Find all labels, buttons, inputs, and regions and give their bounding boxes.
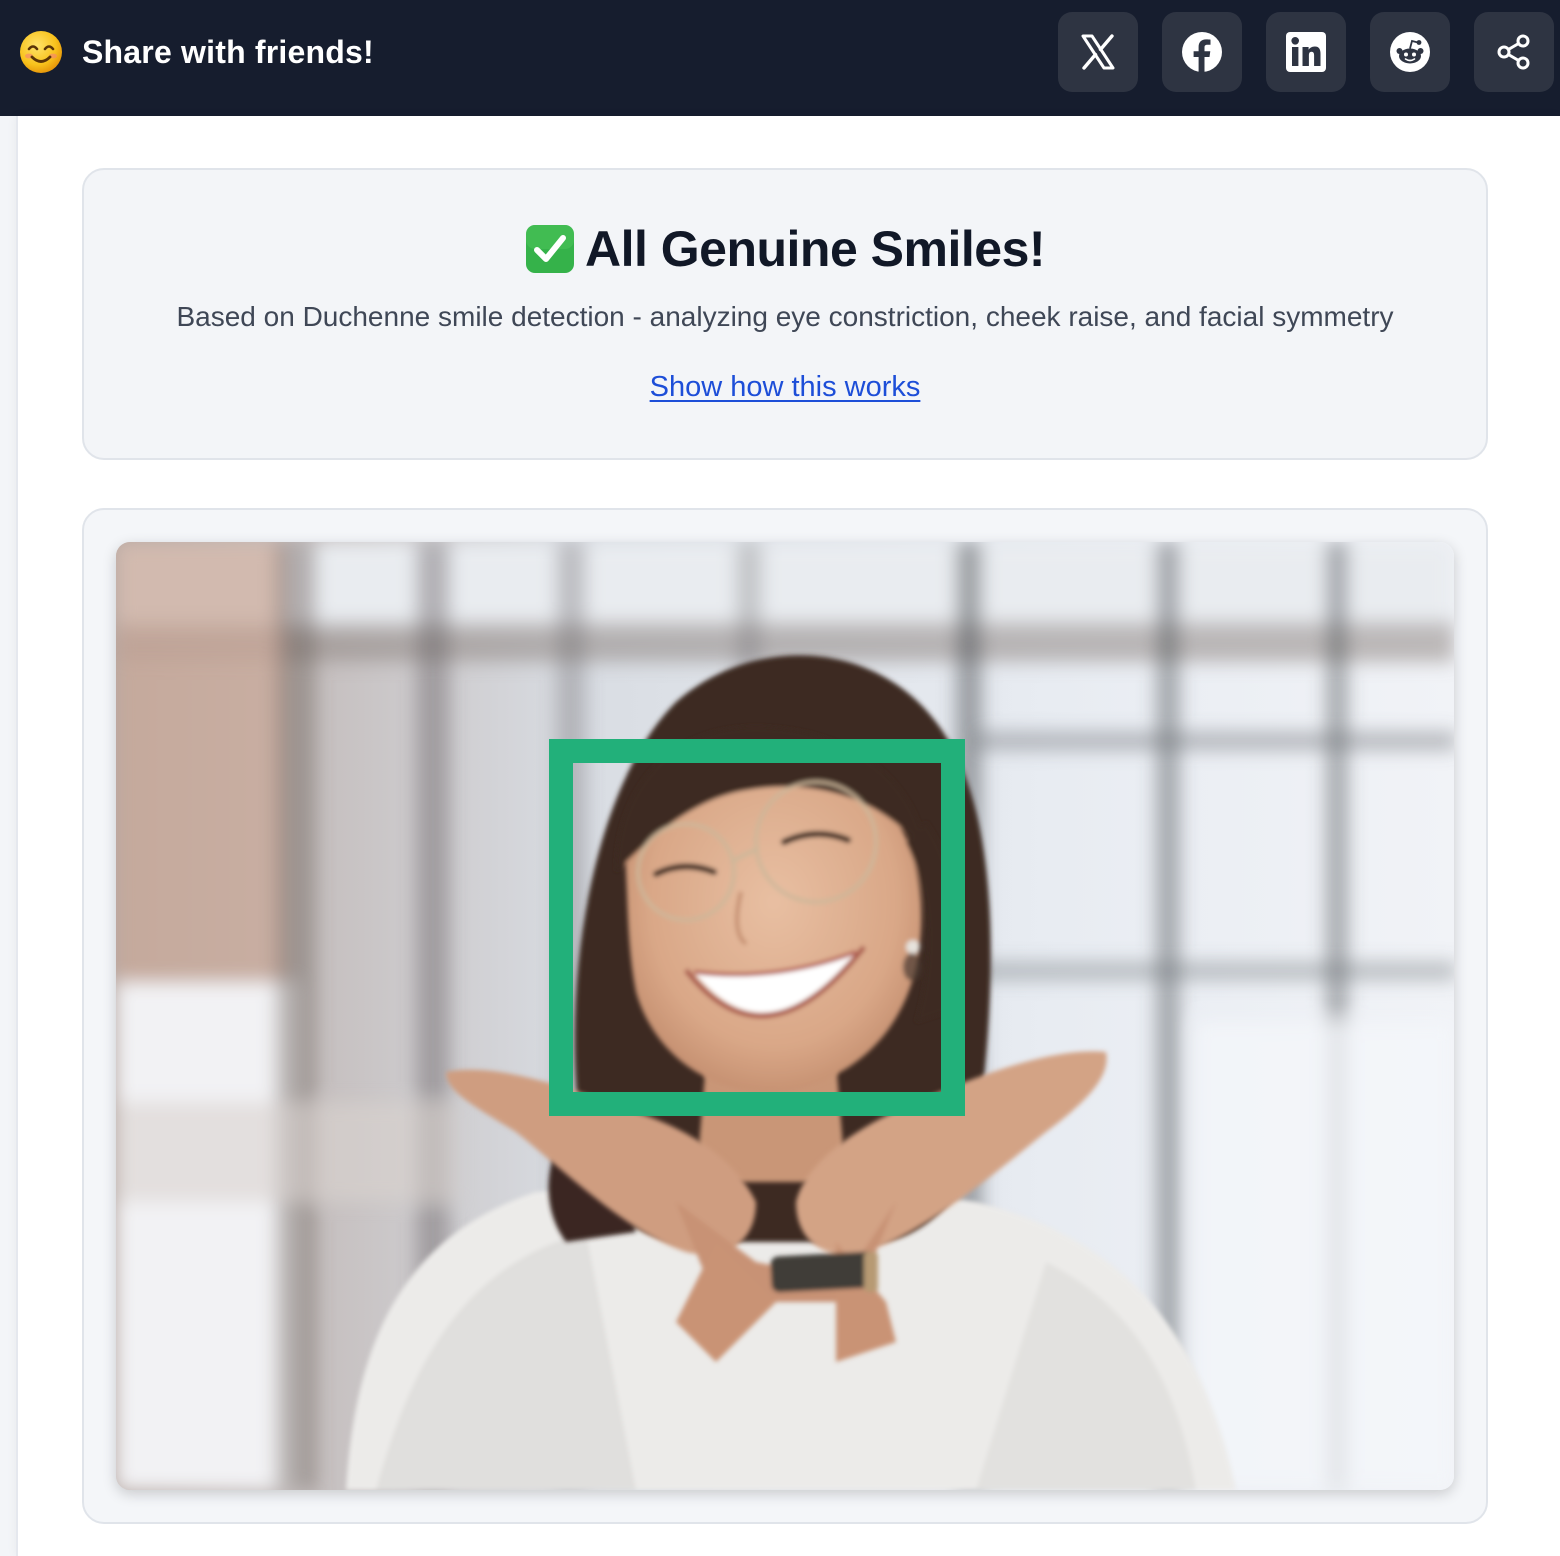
- x-logo-icon: [1081, 34, 1115, 70]
- share-linkedin-button[interactable]: [1266, 12, 1346, 92]
- facebook-logo-icon: [1182, 32, 1222, 72]
- smiley-icon: [20, 31, 62, 73]
- share-nodes-icon: [1497, 34, 1530, 70]
- result-heading: All Genuine Smiles!: [84, 220, 1486, 278]
- show-how-it-works-link[interactable]: Show how this works: [84, 371, 1486, 404]
- top-share-bar: Share with friends!: [0, 0, 1560, 116]
- linkedin-logo-icon: [1286, 32, 1326, 72]
- share-reddit-button[interactable]: [1370, 12, 1450, 92]
- share-facebook-button[interactable]: [1162, 12, 1242, 92]
- check-mark-icon: [525, 225, 574, 273]
- smiling-woman-photo: [116, 542, 1454, 1490]
- share-title: Share with friends!: [82, 33, 374, 70]
- result-title: All Genuine Smiles!: [584, 221, 1046, 277]
- share-generic-button[interactable]: [1474, 12, 1554, 92]
- share-brand: Share with friends!: [18, 29, 374, 75]
- reddit-logo-icon: [1390, 32, 1430, 72]
- analyzed-photo: [116, 542, 1454, 1490]
- result-summary-panel: All Genuine Smiles! Based on Duchenne sm…: [82, 168, 1488, 460]
- share-x-button[interactable]: [1058, 12, 1138, 92]
- result-subtitle: Based on Duchenne smile detection - anal…: [176, 301, 1394, 332]
